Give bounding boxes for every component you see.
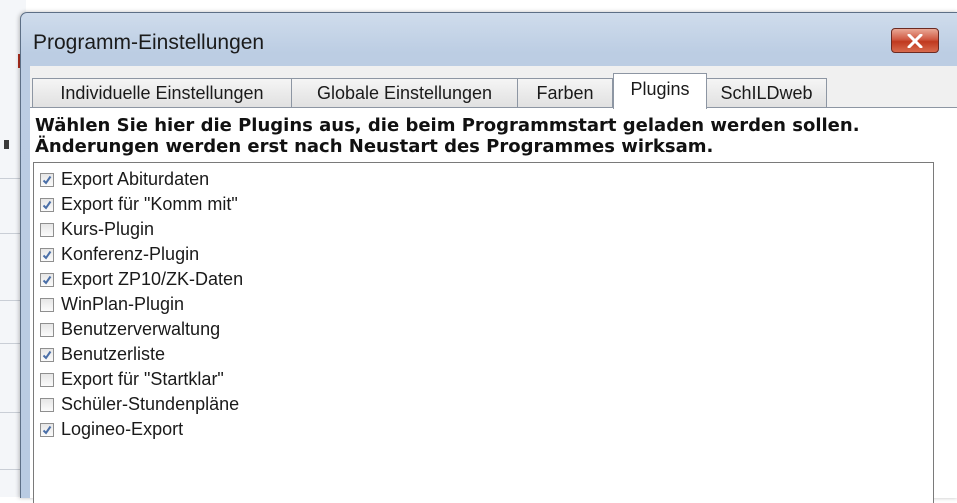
close-button[interactable] — [891, 28, 939, 53]
plugin-label: Export für "Startklar" — [61, 369, 224, 389]
plugin-checkbox[interactable] — [40, 372, 54, 387]
plugins-hint: Wählen Sie hier die Plugins aus, die bei… — [35, 115, 860, 157]
plugin-list-item[interactable]: Export Abiturdaten — [40, 167, 209, 192]
plugin-label: Kurs-Plugin — [61, 219, 155, 239]
plugin-list-item[interactable]: Export ZP10/ZK-Daten — [40, 267, 243, 292]
tab-farben[interactable]: Farben — [517, 78, 613, 108]
close-icon — [907, 33, 923, 48]
check-icon — [42, 275, 52, 285]
plugin-list-item[interactable]: Benutzerverwaltung — [40, 317, 220, 342]
plugin-checkbox[interactable] — [40, 247, 54, 262]
plugin-label: Benutzerliste — [61, 344, 166, 364]
plugin-checkbox[interactable] — [40, 347, 54, 362]
plugin-list-item[interactable]: Schüler-Stundenpläne — [40, 392, 239, 417]
tab-globale-einstellungen[interactable]: Globale Einstellungen — [291, 78, 518, 108]
plugin-list-item[interactable]: Konferenz-Plugin — [40, 242, 199, 267]
plugin-list-item[interactable]: WinPlan-Plugin — [40, 292, 184, 317]
check-icon — [42, 250, 52, 260]
plugin-label: WinPlan-Plugin — [61, 294, 185, 314]
hint-line-1: Wählen Sie hier die Plugins aus, die bei… — [35, 115, 860, 136]
check-icon — [42, 350, 52, 360]
plugin-list-item[interactable]: Export für "Komm mit" — [40, 192, 238, 217]
dialog-title: Programm-Einstellungen — [33, 31, 265, 54]
plugin-list-item[interactable]: Benutzerliste — [40, 342, 165, 367]
check-icon — [42, 425, 52, 435]
plugin-label: Benutzerverwaltung — [61, 319, 221, 339]
plugin-checklist[interactable]: Export Abiturdaten Export für "Komm mit" K… — [33, 162, 934, 503]
plugin-label: Export ZP10/ZK-Daten — [61, 269, 244, 289]
plugin-label: Konferenz-Plugin — [61, 244, 200, 264]
dialog-client-area: Individuelle Einstellungen Globale Einst… — [30, 66, 957, 503]
background-arrow-icon — [4, 140, 9, 149]
tab-schildweb[interactable]: SchILDweb — [706, 78, 827, 108]
tab-bar: Individuelle Einstellungen Globale Einst… — [30, 73, 957, 109]
plugin-list-item[interactable]: Kurs-Plugin — [40, 217, 154, 242]
plugin-checkbox[interactable] — [40, 322, 54, 337]
plugins-panel: Wählen Sie hier die Plugins aus, die bei… — [30, 107, 957, 503]
plugin-label: Logineo-Export — [61, 419, 184, 439]
plugin-checkbox[interactable] — [40, 397, 54, 412]
plugin-label: Schüler-Stundenpläne — [61, 394, 240, 414]
hint-line-2: Änderungen werden erst nach Neustart des… — [35, 136, 714, 157]
plugin-label: Export für "Komm mit" — [61, 194, 238, 214]
tab-plugins[interactable]: Plugins — [613, 73, 707, 109]
plugin-checkbox[interactable] — [40, 272, 54, 287]
check-icon — [42, 175, 52, 185]
tab-individuelle-einstellungen[interactable]: Individuelle Einstellungen — [32, 78, 292, 108]
plugin-list-item[interactable]: Export für "Startklar" — [40, 367, 224, 392]
plugin-checkbox[interactable] — [40, 172, 54, 187]
settings-dialog: Programm-Einstellungen Individuelle Eins… — [20, 12, 957, 503]
plugin-checkbox[interactable] — [40, 197, 54, 212]
plugin-checkbox[interactable] — [40, 422, 54, 437]
plugin-list-item[interactable]: Logineo-Export — [40, 417, 183, 442]
plugin-checkbox[interactable] — [40, 297, 54, 312]
check-icon — [42, 200, 52, 210]
plugin-label: Export Abiturdaten — [61, 169, 210, 189]
plugin-checkbox[interactable] — [40, 222, 54, 237]
